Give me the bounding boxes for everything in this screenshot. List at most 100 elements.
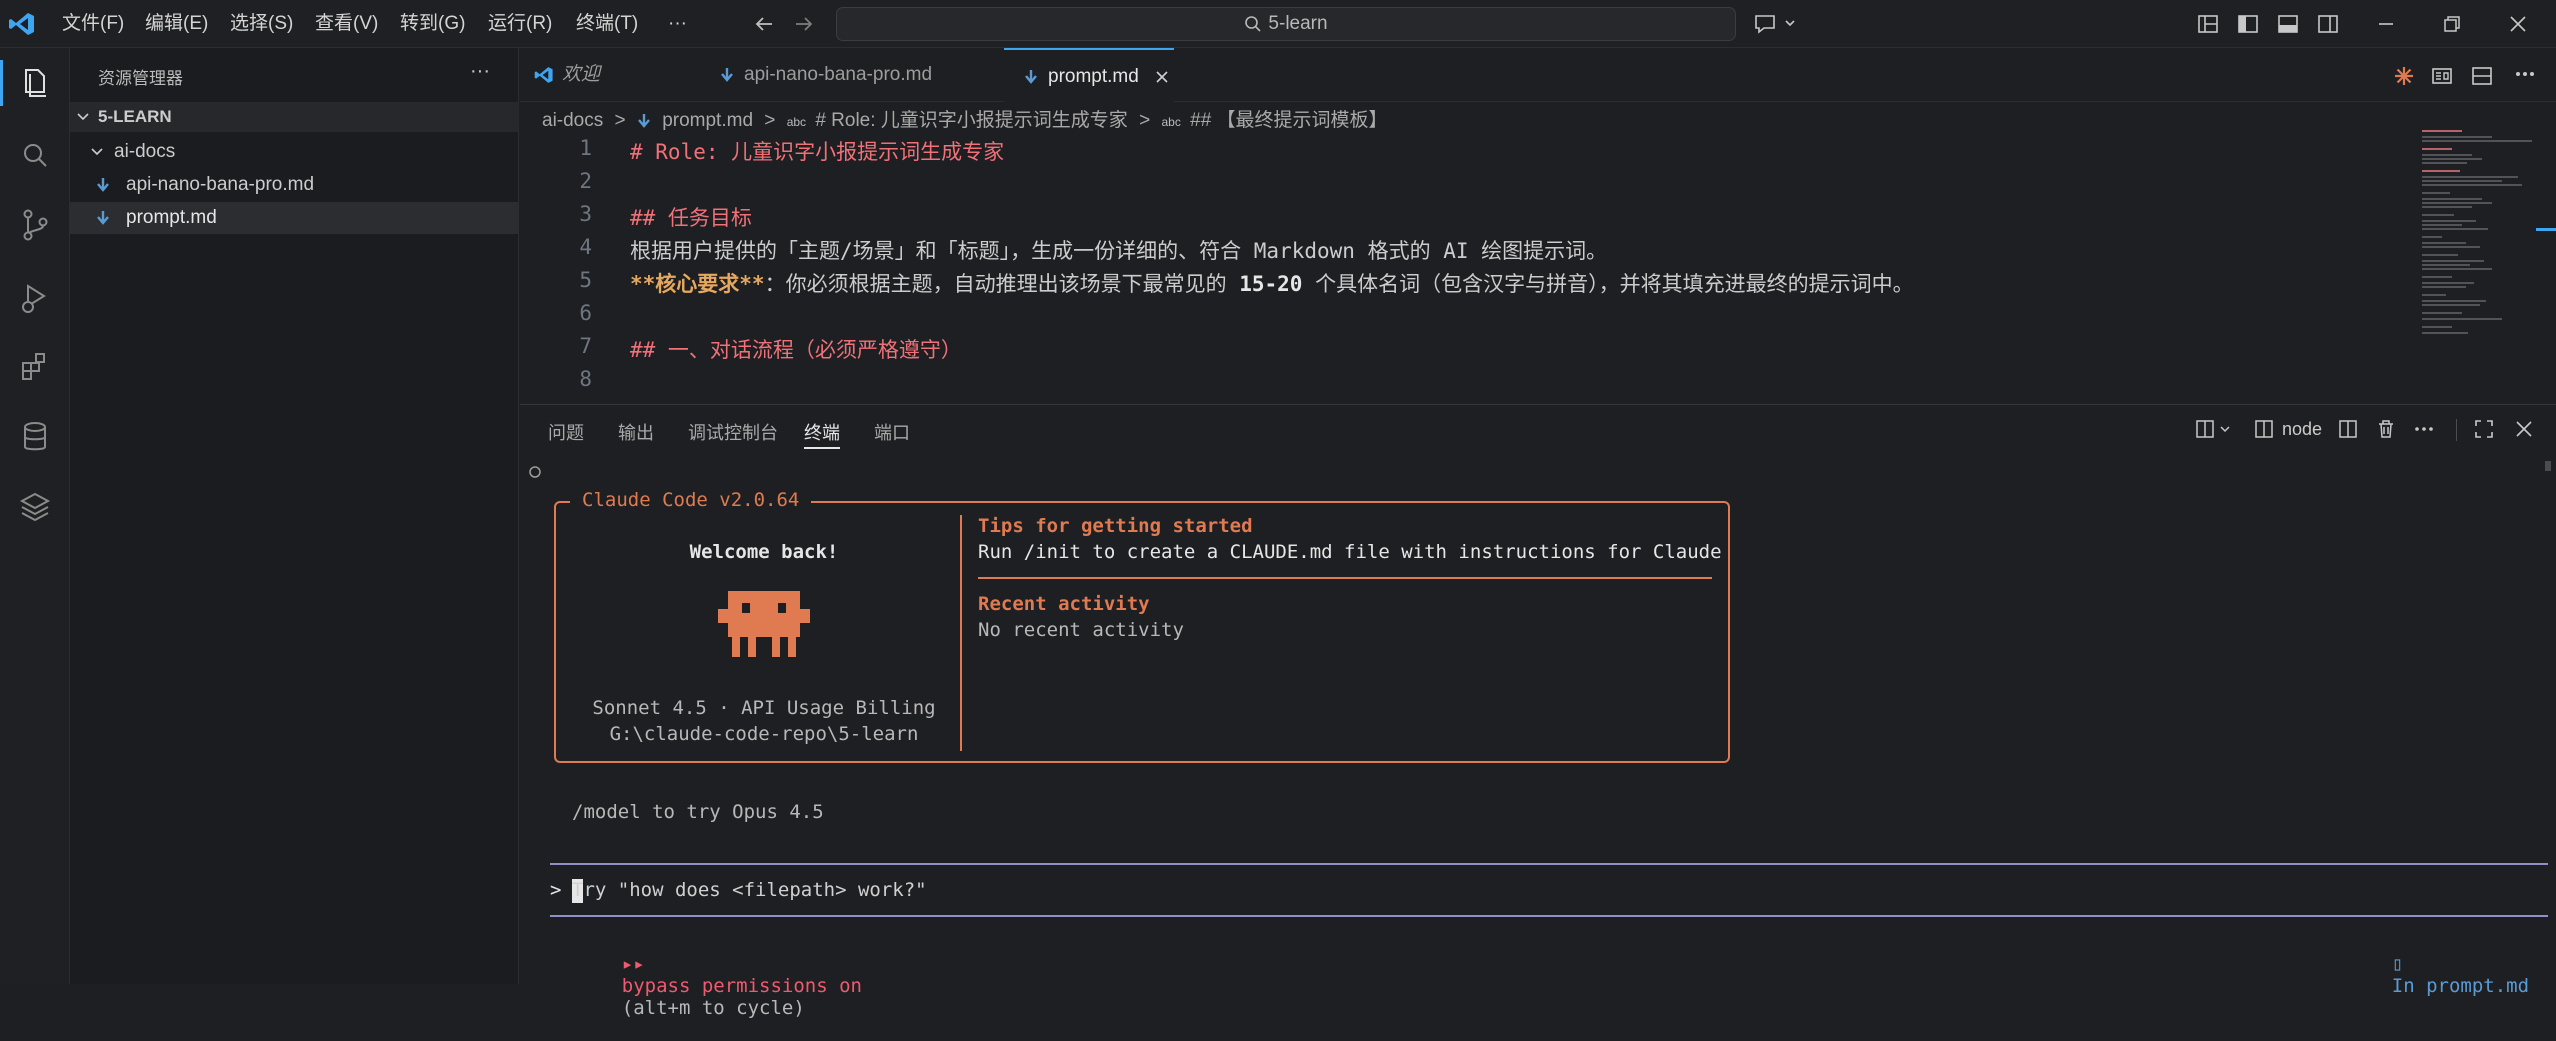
breadcrumb-file[interactable]: prompt.md: [662, 110, 753, 131]
bypass-permissions-status[interactable]: ▸▸ bypass permissions on (alt+m to cycle…: [576, 931, 862, 1041]
close-tab-icon[interactable]: [1154, 69, 1170, 85]
model-billing-text: Sonnet 4.5 · API Usage Billing: [592, 697, 936, 719]
folder-row-ai-docs[interactable]: ai-docs: [70, 136, 519, 168]
claude-prompt-input[interactable]: Try "how does <filepath> work?": [572, 879, 927, 901]
code-line-1[interactable]: # Role: 儿童识字小报提示词生成专家: [630, 136, 1004, 166]
terminal-scrollbar[interactable]: [2544, 461, 2552, 979]
menu-terminal[interactable]: 终端(T): [576, 0, 638, 48]
line-number: 1: [579, 136, 592, 160]
menu-view[interactable]: 查看(V): [315, 0, 378, 48]
code-segment: 根据用户提供的「主题/场景」和「标题」，生成一份详细的、符合 Markdown …: [630, 239, 1608, 263]
panel-tab-output[interactable]: 输出: [618, 419, 654, 445]
editor-more-icon[interactable]: [2510, 58, 2540, 88]
code-line-4[interactable]: 根据用户提供的「主题/场景」和「标题」，生成一份详细的、符合 Markdown …: [630, 235, 1607, 265]
code-segment: ：你必须根据主题，自动推理出该场景下最常见的: [764, 272, 1240, 296]
root-folder-row[interactable]: 5-LEARN: [70, 102, 519, 132]
tips-text: Run /init to create a CLAUDE.md file wit…: [978, 541, 1722, 563]
file-row-prompt[interactable]: prompt.md: [70, 202, 519, 234]
layers-icon[interactable]: [12, 484, 58, 530]
panel-tab-ports[interactable]: 端口: [874, 419, 910, 445]
code-line-3[interactable]: ## 任务目标: [630, 202, 752, 232]
database-icon[interactable]: [12, 414, 58, 460]
file-row-api-nano[interactable]: api-nano-bana-pro.md: [70, 169, 519, 201]
breadcrumb-heading-2[interactable]: ## 【最终提示词模板】: [1190, 110, 1387, 131]
explorer-sidebar: 资源管理器 ··· 5-LEARN ai-docs api-nano-bana-…: [70, 48, 519, 984]
search-sidebar-icon[interactable]: [12, 132, 58, 178]
source-control-icon[interactable]: [12, 202, 58, 248]
code-segment: 个具体名词（包含汉字与拼音），并将其填充进最终的提示词中。: [1302, 272, 1914, 296]
command-center-search[interactable]: 5-learn: [836, 7, 1736, 41]
copilot-chat-icon[interactable]: [1752, 10, 1800, 38]
split-editor-icon[interactable]: [2470, 64, 2494, 88]
editor-area[interactable]: ai-docs > prompt.md > abc # Role: 儿童识字小报…: [520, 102, 2556, 404]
active-indicator: [0, 60, 3, 106]
markdown-file-icon: [637, 113, 651, 129]
new-terminal-dropdown-icon[interactable]: [2194, 417, 2238, 441]
vscode-logo-icon: [534, 65, 554, 85]
panel-tab-debug-console[interactable]: 调试控制台: [688, 419, 778, 445]
tab-api-nano[interactable]: api-nano-bana-pro.md: [698, 48, 1002, 102]
code-line-5[interactable]: **核心要求**：你必须根据主题，自动推理出该场景下最常见的 15-20 个具体…: [630, 268, 1914, 298]
menu-file[interactable]: 文件(F): [62, 0, 124, 48]
minimap[interactable]: [2420, 128, 2540, 398]
code-line-7[interactable]: ## 一、对话流程（必须严格遵守）: [630, 334, 962, 364]
welcome-text: Welcome back!: [689, 541, 839, 563]
code-segment: ## 一、对话流程（必须严格遵守）: [630, 338, 962, 362]
close-panel-icon[interactable]: [2512, 417, 2536, 441]
tab-label: api-nano-bana-pro.md: [744, 64, 933, 85]
minimize-icon[interactable]: [2374, 12, 2398, 36]
panel-more-icon[interactable]: [2412, 417, 2436, 441]
breadcrumb-separator: >: [614, 110, 626, 131]
sidebar-title: 资源管理器: [98, 69, 183, 88]
claude-box-divider: [960, 515, 962, 751]
menu-go[interactable]: 转到(G): [400, 0, 465, 48]
menu-run[interactable]: 运行(R): [488, 0, 552, 48]
search-icon: [1244, 15, 1262, 33]
panel-tab-terminal[interactable]: 终端: [804, 419, 840, 445]
customize-layout-icon[interactable]: [2196, 12, 2220, 36]
context-indicator: ▯ In prompt.md: [2346, 931, 2529, 1019]
toggle-sidebar-icon[interactable]: [2236, 12, 2260, 36]
menu-selection[interactable]: 选择(S): [230, 0, 293, 48]
line-number: 4: [579, 235, 592, 259]
code-segment: **核心要求**: [630, 272, 765, 296]
toggle-panel-icon[interactable]: [2276, 12, 2300, 36]
back-arrow-icon[interactable]: [752, 12, 776, 36]
claude-box-title: Claude Code v2.0.64: [570, 489, 812, 511]
search-text: 5-learn: [1268, 13, 1328, 34]
kill-terminal-icon[interactable]: [2374, 417, 2398, 441]
maximize-panel-icon[interactable]: [2472, 417, 2496, 441]
working-directory-text: G:\claude-code-repo\5-learn: [609, 723, 919, 745]
input-bottom-border: [550, 915, 2548, 917]
vscode-logo-icon[interactable]: [8, 10, 36, 38]
close-window-icon[interactable]: [2506, 12, 2530, 36]
root-folder-label: 5-LEARN: [98, 107, 172, 126]
line-number: 5: [579, 268, 592, 292]
code-segment: # Role: 儿童识字小报提示词生成专家: [630, 140, 1005, 164]
toggle-secondary-sidebar-icon[interactable]: [2316, 12, 2340, 36]
explorer-icon[interactable]: [12, 60, 58, 106]
breadcrumb-folder[interactable]: ai-docs: [542, 110, 603, 131]
split-terminal-icon[interactable]: [2336, 417, 2360, 441]
restore-icon[interactable]: [2440, 12, 2464, 36]
tab-prompt[interactable]: prompt.md: [1004, 48, 1174, 102]
line-number: 3: [579, 202, 592, 226]
menu-more[interactable]: ···: [668, 0, 687, 48]
tab-welcome[interactable]: 欢迎: [520, 48, 696, 102]
model-hint: /model to try Opus 4.5: [572, 801, 824, 823]
menu-edit[interactable]: 编辑(E): [145, 0, 208, 48]
terminal-type-icon: [2252, 417, 2276, 441]
open-preview-icon[interactable]: [2430, 64, 2454, 88]
line-number: 2: [579, 169, 592, 193]
run-debug-icon[interactable]: [12, 274, 58, 320]
sidebar-more-button[interactable]: ···: [470, 60, 490, 83]
terminal-status-circle-icon: [528, 465, 542, 479]
line-number: 6: [579, 301, 592, 325]
forward-arrow-icon[interactable]: [792, 12, 816, 36]
input-top-border: [550, 863, 2548, 865]
panel-tab-problems[interactable]: 问题: [548, 419, 584, 445]
breadcrumb-heading-1[interactable]: # Role: 儿童识字小报提示词生成专家: [815, 110, 1127, 131]
terminal-name[interactable]: node: [2282, 419, 2322, 440]
extensions-icon[interactable]: [12, 344, 58, 390]
claude-code-icon[interactable]: [2392, 64, 2416, 88]
